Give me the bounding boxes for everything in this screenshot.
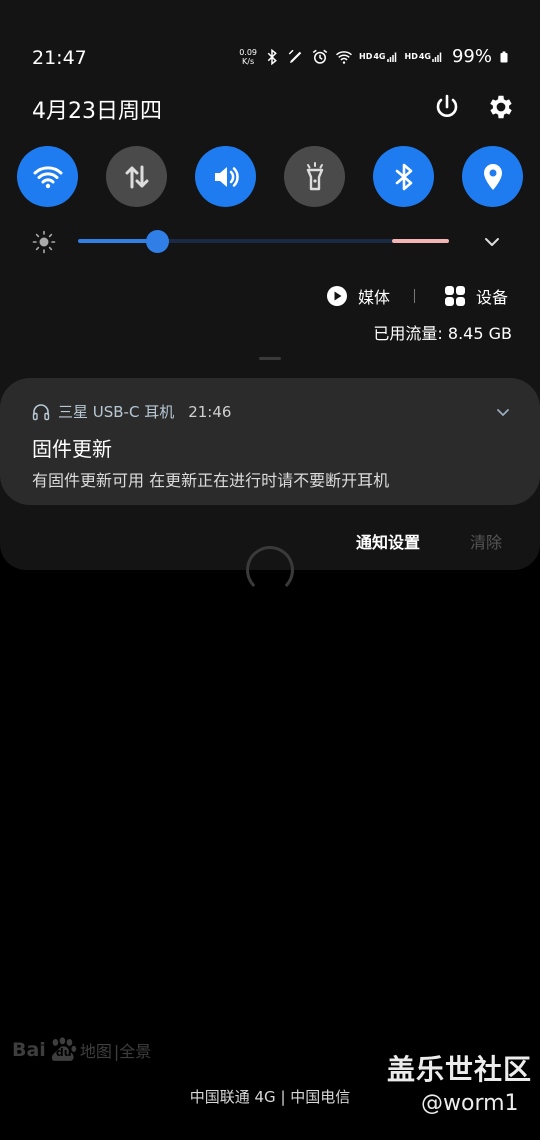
chevron-down-icon[interactable] <box>482 232 502 252</box>
baidu-map-watermark: Bai du 地图 |全景 <box>12 1037 151 1063</box>
battery-percent: 99% <box>451 46 492 67</box>
flashlight-icon <box>306 161 323 190</box>
net-speed-indicator: 0.09 K/s <box>239 48 257 66</box>
brightness-track[interactable] <box>158 239 392 243</box>
edit-pen-status-icon <box>288 49 302 63</box>
baidu-map-text: 地图 <box>79 1042 112 1061</box>
drag-handle[interactable] <box>259 357 281 360</box>
signal-bars-icon <box>432 52 442 62</box>
alarm-icon <box>312 49 328 64</box>
flashlight-toggle[interactable] <box>284 146 345 207</box>
bluetooth-toggle[interactable] <box>373 146 434 207</box>
baidu-du-text: du <box>55 1046 72 1059</box>
bluetooth-status-icon <box>267 48 277 65</box>
site-watermark: 盖乐世社区 <box>387 1053 533 1086</box>
notification-card[interactable]: 三星 USB-C 耳机 21:46 固件更新 有固件更新可用 在更新正在进行时请… <box>0 378 540 505</box>
user-watermark: @worm1 <box>421 1091 519 1116</box>
media-button[interactable]: 媒体 <box>326 284 390 308</box>
media-label: 媒体 <box>358 288 391 307</box>
location-toggle[interactable] <box>462 146 523 207</box>
status-icons: 0.09 K/s HD 4G HD 4G 99% <box>239 46 510 67</box>
sim1-signal: HD 4G <box>359 49 398 65</box>
brightness-slider-thumb[interactable] <box>146 230 169 253</box>
baidu-paw-logo: du <box>48 1037 78 1063</box>
chevron-down-icon[interactable] <box>496 405 510 419</box>
devices-button[interactable]: 设备 <box>444 284 508 308</box>
devices-grid-icon <box>445 286 465 306</box>
clear-button[interactable]: 清除 <box>470 529 502 553</box>
sound-toggle[interactable] <box>195 146 256 207</box>
date-label: 4月23日周四 <box>32 99 162 124</box>
data-usage-label: 已用流量: 8.45 GB <box>373 324 512 343</box>
bluetooth-icon <box>395 163 412 190</box>
mobile-data-toggle[interactable] <box>106 146 167 207</box>
notification-app-name: 三星 USB-C 耳机 <box>58 403 175 421</box>
status-time: 21:47 <box>32 47 87 69</box>
brightness-track-high <box>392 239 449 243</box>
devices-label: 设备 <box>476 288 509 307</box>
notification-body: 有固件更新可用 在更新正在进行时请不要断开耳机 <box>32 471 390 490</box>
baidu-panorama-text: |全景 <box>113 1042 152 1061</box>
location-pin-icon <box>483 163 502 190</box>
net-speed-unit: K/s <box>242 56 255 66</box>
gear-icon[interactable] <box>486 92 516 122</box>
baidu-text: Bai <box>12 1039 46 1061</box>
wifi-status-icon <box>336 50 353 64</box>
notification-time: 21:46 <box>188 402 232 421</box>
headphones-icon <box>32 403 50 420</box>
wifi-icon <box>33 165 62 188</box>
wifi-toggle[interactable] <box>17 146 78 207</box>
notification-settings-button[interactable]: 通知设置 <box>356 529 420 553</box>
play-icon <box>327 286 347 306</box>
notification-header: 三星 USB-C 耳机 21:46 <box>32 401 231 422</box>
status-bar: 21:47 0.09 K/s HD 4G HD 4G 99% <box>0 0 540 100</box>
data-transfer-arrows-icon <box>125 165 148 188</box>
signal-bars-icon <box>386 52 396 62</box>
power-icon[interactable] <box>432 92 462 122</box>
brightness-sun-icon <box>32 230 56 254</box>
notification-title: 固件更新 <box>32 437 112 461</box>
speaker-icon <box>214 166 239 187</box>
divider <box>414 289 415 303</box>
battery-icon <box>500 51 508 62</box>
sim2-signal: HD 4G <box>405 49 444 65</box>
background-ring-shape <box>246 546 294 594</box>
net-speed-value: 0.09 <box>239 47 258 57</box>
